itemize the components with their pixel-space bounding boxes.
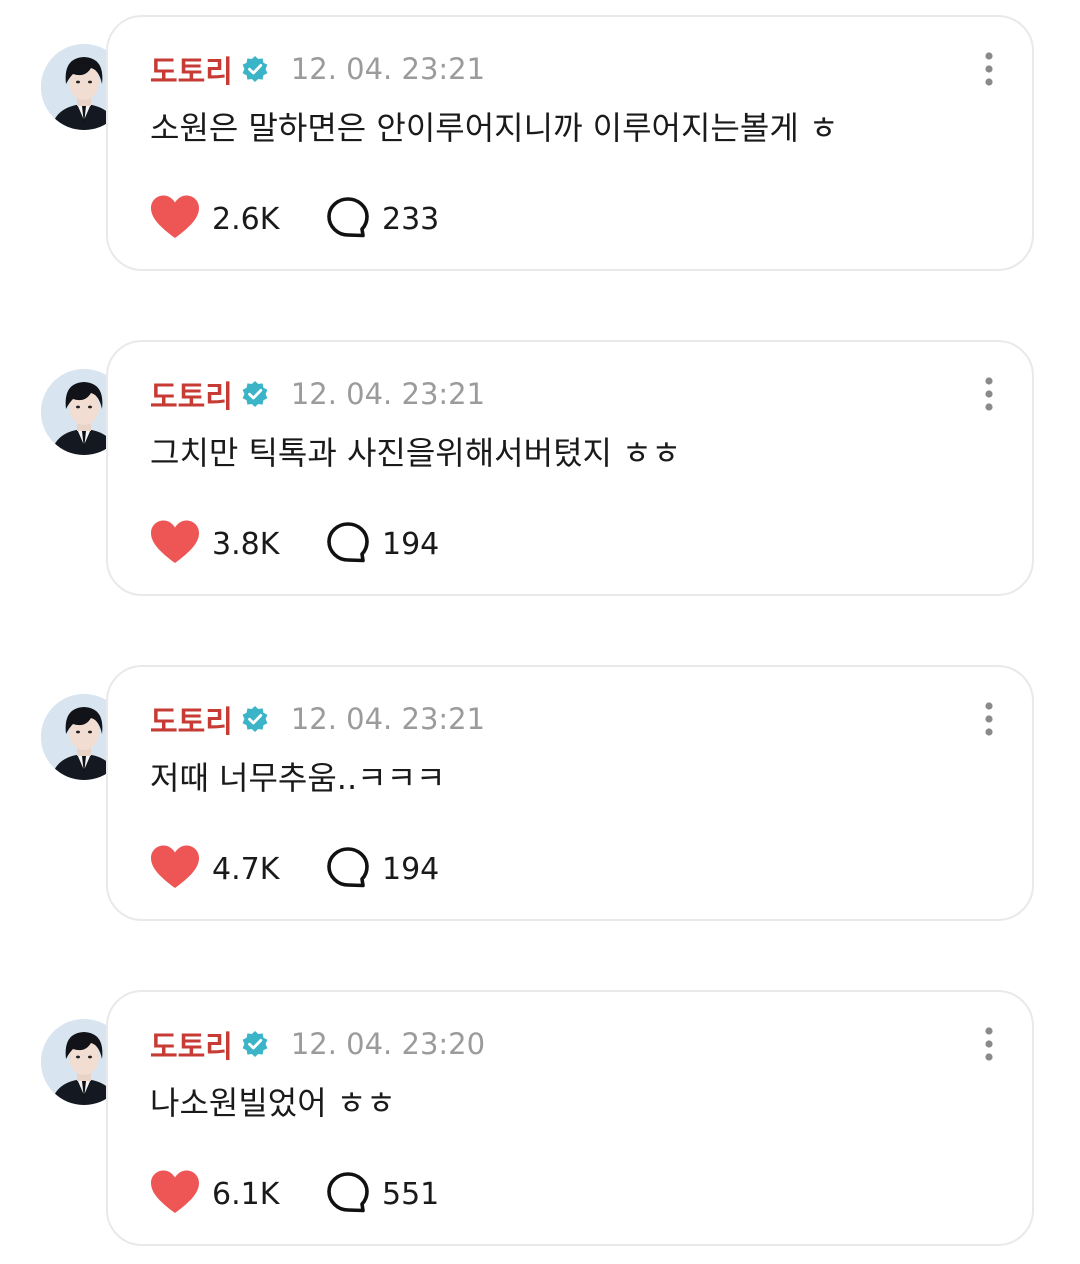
- post-card: 도토리 12. 04. 23:21 저때 너무추움..ㅋㅋㅋ 4.7K 194: [0, 650, 1080, 921]
- author-name[interactable]: 도토리: [150, 1022, 233, 1066]
- more-options-icon[interactable]: [982, 701, 996, 737]
- verified-badge-icon: [241, 380, 269, 408]
- post-bubble: 도토리 12. 04. 23:21 저때 너무추움..ㅋㅋㅋ 4.7K 194: [106, 665, 1034, 921]
- post-bubble: 도토리 12. 04. 23:21 소원은 말하면은 안이루어지니까 이루어지는…: [106, 15, 1034, 271]
- like-button[interactable]: 2.6K: [150, 195, 326, 243]
- author-name[interactable]: 도토리: [150, 372, 233, 416]
- post-header: 도토리 12. 04. 23:21: [150, 47, 485, 91]
- like-button[interactable]: 4.7K: [150, 845, 326, 893]
- post-header: 도토리 12. 04. 23:21: [150, 697, 485, 741]
- comment-bubble-icon: [326, 1171, 370, 1217]
- post-bubble: 도토리 12. 04. 23:20 나소원빌었어 ㅎㅎ 6.1K 551: [106, 990, 1034, 1246]
- comment-button[interactable]: 194: [326, 846, 439, 892]
- author-name[interactable]: 도토리: [150, 47, 233, 91]
- timestamp: 12. 04. 23:21: [290, 702, 486, 736]
- more-options-icon[interactable]: [982, 51, 996, 87]
- timestamp: 12. 04. 23:21: [290, 377, 486, 411]
- more-options-icon[interactable]: [982, 1026, 996, 1062]
- post-message: 저때 너무추움..ㅋㅋㅋ: [150, 759, 446, 797]
- heart-icon: [150, 195, 200, 243]
- post-stats: 2.6K 233: [150, 195, 439, 243]
- heart-icon: [150, 1170, 200, 1218]
- post-bubble: 도토리 12. 04. 23:21 그치만 틱톡과 사진을위해서버텼지 ㅎㅎ 3…: [106, 340, 1034, 596]
- like-count: 3.8K: [212, 526, 280, 562]
- post-card: 도토리 12. 04. 23:21 그치만 틱톡과 사진을위해서버텼지 ㅎㅎ 3…: [0, 325, 1080, 596]
- comment-button[interactable]: 233: [326, 196, 439, 242]
- like-button[interactable]: 3.8K: [150, 520, 326, 568]
- comment-button[interactable]: 194: [326, 521, 439, 567]
- like-count: 6.1K: [212, 1176, 280, 1212]
- post-header: 도토리 12. 04. 23:21: [150, 372, 485, 416]
- post-message: 소원은 말하면은 안이루어지니까 이루어지는볼게 ㅎ: [150, 109, 839, 147]
- post-card: 도토리 12. 04. 23:21 소원은 말하면은 안이루어지니까 이루어지는…: [0, 0, 1080, 271]
- comment-bubble-icon: [326, 846, 370, 892]
- verified-badge-icon: [241, 705, 269, 733]
- verified-badge-icon: [241, 55, 269, 83]
- comment-count: 233: [382, 201, 440, 237]
- heart-icon: [150, 845, 200, 893]
- verified-badge-icon: [241, 1030, 269, 1058]
- post-stats: 3.8K 194: [150, 520, 439, 568]
- comment-button[interactable]: 551: [326, 1171, 439, 1217]
- heart-icon: [150, 520, 200, 568]
- post-message: 그치만 틱톡과 사진을위해서버텼지 ㅎㅎ: [150, 434, 681, 472]
- comment-count: 551: [382, 1176, 440, 1212]
- more-options-icon[interactable]: [982, 376, 996, 412]
- comment-count: 194: [382, 851, 440, 887]
- timestamp: 12. 04. 23:20: [290, 1027, 486, 1061]
- post-message: 나소원빌었어 ㅎㅎ: [150, 1084, 396, 1122]
- comment-count: 194: [382, 526, 440, 562]
- author-name[interactable]: 도토리: [150, 697, 233, 741]
- like-count: 2.6K: [212, 201, 280, 237]
- timestamp: 12. 04. 23:21: [290, 52, 486, 86]
- post-stats: 4.7K 194: [150, 845, 439, 893]
- post-stats: 6.1K 551: [150, 1170, 439, 1218]
- comment-bubble-icon: [326, 196, 370, 242]
- post-header: 도토리 12. 04. 23:20: [150, 1022, 485, 1066]
- comment-bubble-icon: [326, 521, 370, 567]
- like-button[interactable]: 6.1K: [150, 1170, 326, 1218]
- like-count: 4.7K: [212, 851, 280, 887]
- post-card: 도토리 12. 04. 23:20 나소원빌었어 ㅎㅎ 6.1K 551: [0, 975, 1080, 1246]
